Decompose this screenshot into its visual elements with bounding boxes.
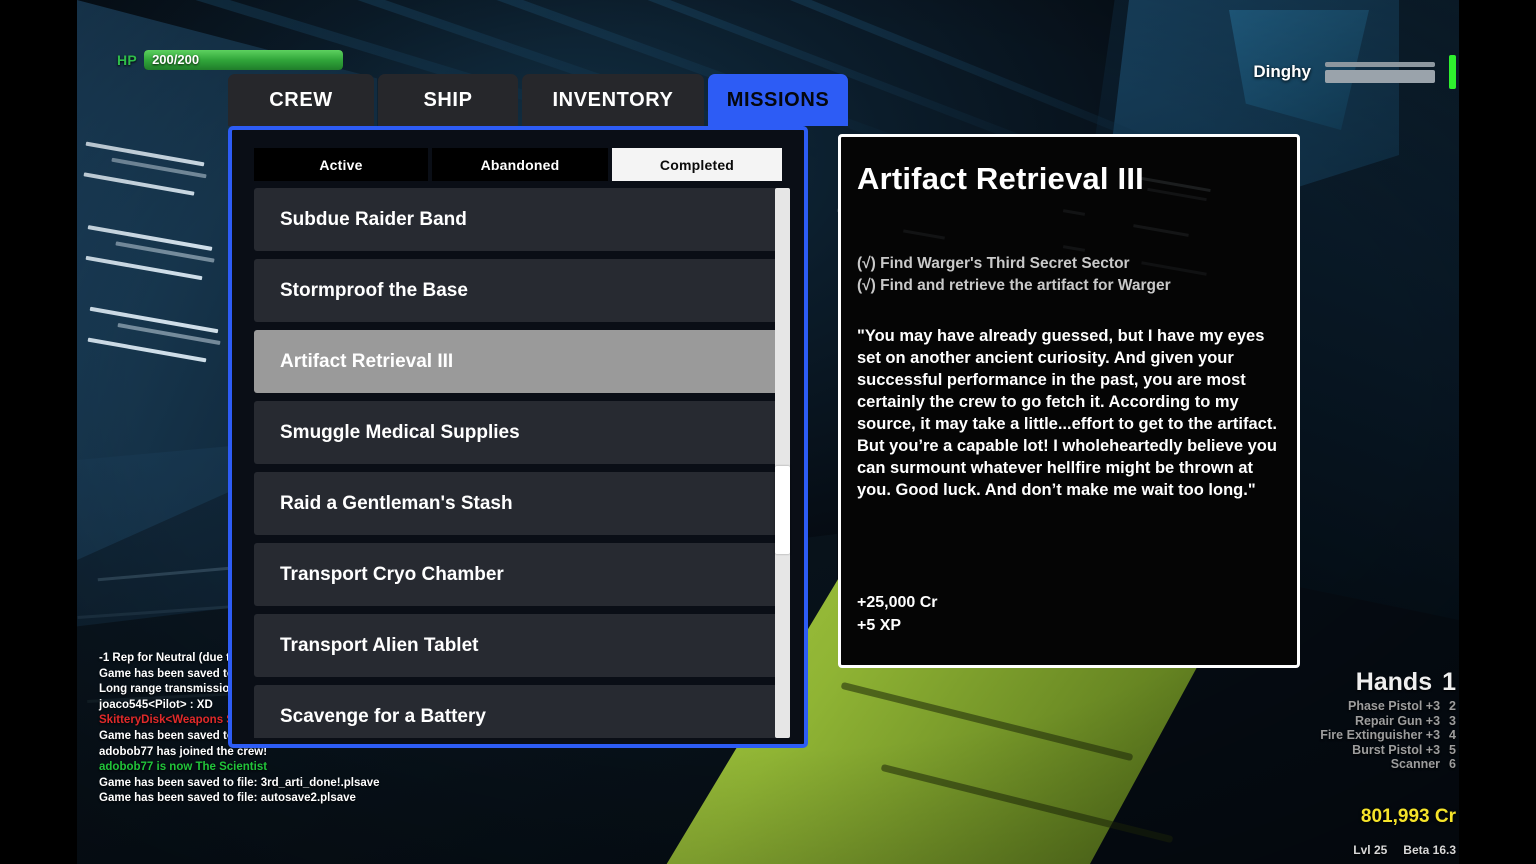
mission-list-item[interactable]: Raid a Gentleman's Stash [254,472,782,535]
tab-crew-label: CREW [269,88,333,111]
hotbar-active-slot[interactable]: Hands 1 [1320,668,1456,697]
ship-shield-bar [1325,61,1435,67]
chat-line: adobob77 is now The Scientist [99,761,268,774]
chat-line: Game has been saved to file: 3rd_arti_do… [99,776,380,789]
tab-crew[interactable]: CREW [228,74,374,126]
hotbar: Hands 1 Phase Pistol +3 2 Repair Gun +3 3 F… [1320,668,1456,772]
tab-ship[interactable]: SHIP [378,74,518,126]
hotbar-active-slot-number: 1 [1442,668,1456,696]
missions-panel: Active Abandoned Completed Subdue Raider… [228,126,808,748]
mission-objective: (√) Find and retrieve the artifact for W… [857,277,1171,294]
player-level: Lvl 25 [1353,843,1388,857]
mission-description: "You may have already guessed, but I hav… [857,327,1277,499]
game-version: Beta 16.3 [1403,843,1456,857]
ship-name-label: Dinghy [1253,62,1311,81]
tab-ship-label: SHIP [423,88,473,111]
mission-detail-panel: Artifact Retrieval III (√) Find Warger's… [838,134,1300,668]
hotbar-item[interactable]: Fire Extinguisher +3 4 [1320,728,1456,743]
ship-health-bars [1325,61,1435,83]
hp-label: HP [117,52,138,68]
mission-list-item[interactable]: Stormproof the Base [254,259,782,322]
hotbar-item[interactable]: Scanner 6 [1320,757,1456,772]
mission-list[interactable]: Subdue Raider Band Stormproof the Base A… [254,188,782,738]
hotbar-item-label: Fire Extinguisher +3 [1320,728,1441,742]
hotbar-item[interactable]: Phase Pistol +3 2 [1320,699,1456,714]
chat-line: Game has been saved to file: autosave2.p… [99,792,356,805]
filter-active-label: Active [319,156,363,173]
mission-list-item-selected[interactable]: Artifact Retrieval III [254,330,782,393]
mission-title: Transport Alien Tablet [280,634,479,656]
hotbar-item-slot: 3 [1449,713,1456,728]
ship-status-indicator [1449,55,1456,89]
mission-title: Transport Cryo Chamber [280,563,504,585]
letterbox-left [0,0,77,864]
scrollbar-thumb[interactable] [775,466,790,554]
mission-list-item[interactable]: Transport Cryo Chamber [254,543,782,606]
player-meta: Lvl 25 Beta 16.3 [1353,843,1456,857]
hotbar-item-label: Phase Pistol +3 [1347,699,1441,713]
hotbar-item[interactable]: Burst Pistol +3 5 [1320,743,1456,758]
hp-value-text: 200/200 [152,52,200,67]
mission-rewards: +25,000 Cr +5 XP [857,591,938,637]
mission-title: Raid a Gentleman's Stash [280,492,513,514]
mission-reward-xp: +5 XP [857,617,902,634]
tab-missions-label: MISSIONS [726,88,830,111]
hotbar-item-slot: 5 [1449,742,1456,757]
hotbar-item-label: Scanner [1390,757,1441,771]
mission-title: Artifact Retrieval III [280,350,454,372]
mission-list-item[interactable]: Transport Alien Tablet [254,614,782,677]
mission-filter-group: Active Abandoned Completed [254,148,782,181]
mission-list-item[interactable]: Subdue Raider Band [254,188,782,251]
hotbar-item-slot: 6 [1449,757,1456,771]
filter-completed-label: Completed [659,156,735,173]
tab-inventory-label: INVENTORY [552,88,674,111]
mission-list-item[interactable]: Smuggle Medical Supplies [254,401,782,464]
game-screen: HP 200/200 Dinghy -1 Rep for Neutral (du… [0,0,1536,864]
hp-bar-track: 200/200 [144,50,344,70]
filter-abandoned[interactable]: Abandoned [432,148,608,181]
main-tab-bar: CREW SHIP INVENTORY MISSIONS [228,74,848,126]
mission-list-scrollbar[interactable] [775,188,790,738]
mission-title: Smuggle Medical Supplies [280,421,520,443]
hotbar-item-slot: 2 [1449,699,1456,713]
ship-status: Dinghy [1253,55,1456,89]
hotbar-item-slot: 4 [1449,728,1456,742]
mission-title: Scavenge for a Battery [280,705,486,727]
mission-title: Subdue Raider Band [280,208,467,230]
mission-list-item[interactable]: Scavenge for a Battery [254,685,782,738]
letterbox-right [1459,0,1536,864]
mission-title: Stormproof the Base [280,279,468,301]
mission-detail-title: Artifact Retrieval III [857,161,1144,196]
health-bar: HP 200/200 [117,50,344,70]
ship-hull-bar [1325,69,1435,83]
filter-active[interactable]: Active [254,148,428,181]
hotbar-item[interactable]: Repair Gun +3 3 [1320,714,1456,729]
tab-missions[interactable]: MISSIONS [708,74,848,126]
mission-reward-credits: +25,000 Cr [857,594,938,611]
tab-inventory[interactable]: INVENTORY [522,74,704,126]
filter-abandoned-label: Abandoned [480,156,560,173]
filter-completed[interactable]: Completed [612,148,782,181]
mission-objectives: (√) Find Warger's Third Secret Sector (√… [857,253,1275,297]
hotbar-active-label: Hands [1355,668,1433,696]
hotbar-item-label: Burst Pistol +3 [1352,742,1441,757]
hotbar-item-label: Repair Gun +3 [1354,713,1441,728]
mission-objective: (√) Find Warger's Third Secret Sector [857,255,1130,272]
credits-display: 801,993 Cr [1360,806,1456,827]
